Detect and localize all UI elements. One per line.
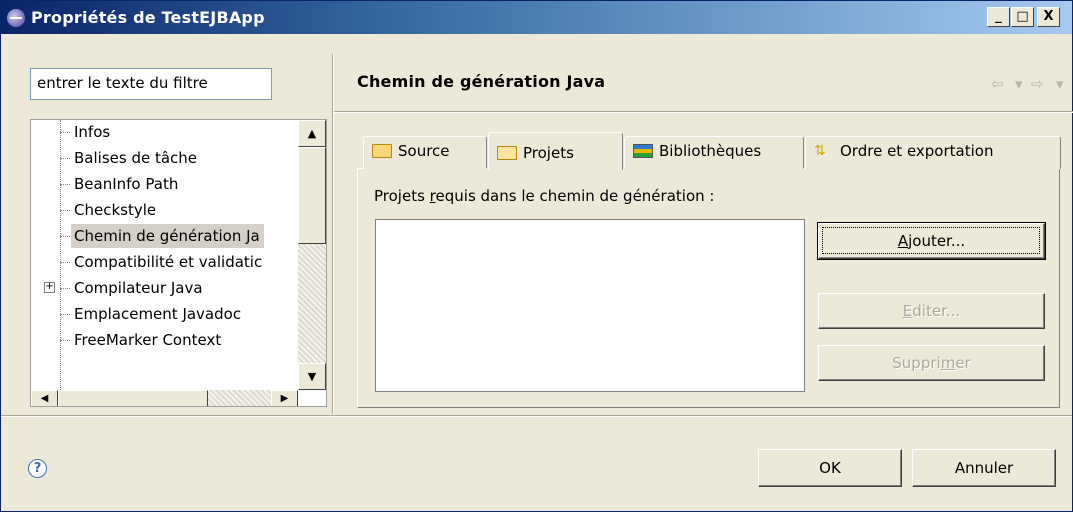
tree-item-balises-de-tache[interactable]: Balises de tâche: [71, 146, 201, 170]
tree-connector: [60, 314, 70, 315]
required-projects-label: Projets requis dans le chemin de générat…: [374, 187, 715, 205]
tree-list: Infos Balises de tâche BeanInfo Path Che…: [31, 120, 297, 390]
tab-label: Source: [398, 142, 450, 160]
maximize-button[interactable]: □: [1011, 7, 1034, 27]
scroll-down-button[interactable]: ▼: [298, 363, 326, 390]
open-folder-icon: [497, 145, 517, 160]
required-projects-list[interactable]: [375, 219, 805, 392]
tab-source[interactable]: Source: [363, 136, 487, 169]
forward-menu-chevron-icon[interactable]: ▾: [1056, 75, 1064, 93]
tree-connector: [60, 236, 70, 237]
properties-dialog: Propriétés de TestEJBApp _ □ X entrer le…: [0, 0, 1073, 512]
vertical-scrollbar[interactable]: ▲ ▼: [298, 120, 326, 390]
tab-bibliotheques[interactable]: Bibliothèques: [624, 136, 804, 169]
scroll-up-button[interactable]: ▲: [298, 120, 326, 147]
tree-connector: [60, 120, 61, 390]
title-bar: Propriétés de TestEJBApp _ □ X: [1, 1, 1072, 34]
tree-connector: [60, 210, 70, 211]
back-menu-chevron-icon[interactable]: ▾: [1015, 75, 1023, 93]
window-title: Propriétés de TestEJBApp: [31, 8, 265, 27]
pane-divider[interactable]: [332, 54, 334, 414]
tree-connector: [60, 262, 70, 263]
eclipse-icon: [7, 9, 25, 27]
expand-icon[interactable]: +: [44, 282, 55, 293]
tab-label: Projets: [523, 144, 574, 162]
page-title: Chemin de génération Java: [357, 72, 606, 91]
minimize-button[interactable]: _: [987, 7, 1010, 27]
tab-ordre-et-exportation[interactable]: ⇅ Ordre et exportation: [805, 136, 1061, 169]
focus-rectangle: [822, 227, 1040, 254]
tab-label: Bibliothèques: [659, 142, 762, 160]
tree-item-checkstyle[interactable]: Checkstyle: [71, 198, 160, 222]
tab-projets[interactable]: Projets: [488, 132, 623, 170]
help-icon[interactable]: ?: [28, 459, 47, 478]
cancel-button[interactable]: Annuler: [912, 449, 1056, 487]
header-separator: [334, 111, 1073, 113]
vertical-scroll-thumb[interactable]: [298, 147, 326, 244]
horizontal-scrollbar[interactable]: ◀ ▶: [31, 390, 298, 406]
tree-connector: [60, 340, 70, 341]
back-arrow-icon[interactable]: ⇦: [991, 75, 1004, 93]
close-button[interactable]: X: [1037, 7, 1060, 27]
tree-item-chemin-de-generation[interactable]: Chemin de génération Ja: [71, 224, 264, 248]
add-button[interactable]: Ajouter...: [817, 222, 1046, 260]
filter-input[interactable]: entrer le texte du filtre: [30, 68, 272, 100]
footer-separator: [1, 415, 1072, 417]
tree-connector: [60, 132, 70, 133]
tab-label: Ordre et exportation: [840, 142, 994, 160]
tree-connector: [60, 158, 70, 159]
tree-item-compatibilite[interactable]: Compatibilité et validatic: [71, 250, 266, 274]
scroll-left-button[interactable]: ◀: [31, 390, 58, 406]
libraries-icon: [633, 143, 653, 158]
ok-button[interactable]: OK: [758, 449, 902, 487]
tree-item-beaninfo-path[interactable]: BeanInfo Path: [71, 172, 182, 196]
horizontal-scroll-thumb[interactable]: [58, 390, 208, 406]
source-folder-icon: [372, 143, 392, 158]
tree-connector: [60, 288, 70, 289]
tree-item-emplacement-javadoc[interactable]: Emplacement Javadoc: [71, 302, 245, 326]
preferences-tree: Infos Balises de tâche BeanInfo Path Che…: [30, 119, 327, 407]
tree-item-compilateur-java[interactable]: Compilateur Java: [71, 276, 207, 300]
scroll-right-button[interactable]: ▶: [271, 390, 298, 406]
order-export-icon: ⇅: [814, 142, 826, 159]
tree-item-freemarker-context[interactable]: FreeMarker Context: [71, 328, 225, 352]
tree-item-infos[interactable]: Infos: [71, 120, 114, 144]
tree-connector: [60, 184, 70, 185]
remove-button[interactable]: Supprimer: [818, 345, 1045, 381]
forward-arrow-icon[interactable]: ⇨: [1031, 75, 1044, 93]
edit-button[interactable]: Editer...: [818, 293, 1045, 329]
